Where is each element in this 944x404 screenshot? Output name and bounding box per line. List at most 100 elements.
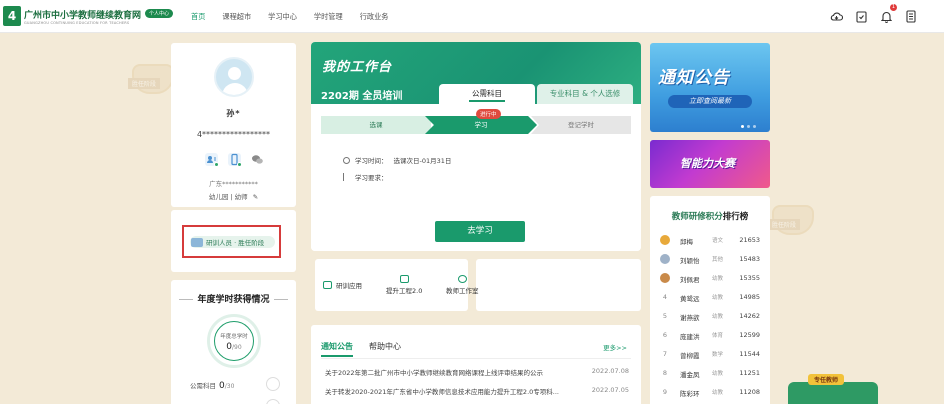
nav-item-hours-management[interactable]: 学时管理 [314,0,343,33]
rank-name: 黄鸳远 [680,295,700,303]
ranking-row[interactable]: 9 陈彩环 幼教 11208 [660,388,760,402]
medal-icon [660,254,670,264]
rank-score: 15483 [739,255,760,263]
personal-center-badge[interactable]: 个人中心 [145,8,174,18]
rank-subject: 幼教 [712,371,724,377]
rank-number: 6 [662,331,668,339]
edit-icon[interactable]: ✎ [253,193,258,201]
user-group-icon [457,275,467,283]
step-select-course[interactable]: 选课 [321,116,431,134]
rank-name: 邱梅 [680,238,693,246]
person-card-icon[interactable] [205,153,219,167]
logo-subtitle: GUANGZHOU CONTINUING EDUCATION FOR TEACH… [24,20,130,25]
notice-banner[interactable]: 通知公告 立即查阅最新 [650,43,770,132]
logo-title: 广州市中小学教师继续教育网 [24,10,142,21]
carousel-dots [738,125,756,128]
stage-pill[interactable]: 研训人员 · 胜任阶段 [190,236,275,248]
go-study-button[interactable]: 去学习 [435,221,525,242]
notification-count-badge: 1 [890,4,897,11]
annual-hours-card: 年度学时获得情况 年度总学时 0/90 公需科目 0/30 [171,280,296,404]
background-badge-right: 胜任阶段 [768,205,822,243]
rank-score: 15355 [739,274,760,282]
rank-subject: 幼教 [712,390,724,396]
rank-score: 11208 [739,388,760,396]
document-list-icon[interactable] [904,9,918,23]
ranking-card: 教师研修积分排行榜 邱梅 语文 21653 刘颖怡 其他 15483 刘佩君 幼教 15355 4… [650,196,770,404]
more-link[interactable]: 更多>> [603,342,627,352]
mascot-badge[interactable]: 专任教师 [783,368,883,404]
training-period: 2202期 全员培训 [321,91,403,102]
rank-score: 12599 [739,331,760,339]
rank-number: 8 [662,369,668,377]
tab-notices[interactable]: 通知公告 [321,341,353,357]
rank-number: 4 [662,293,668,301]
site-logo[interactable]: 4 广州市中小学教师继续教育网 GUANGZHOU CONTINUING EDU… [3,6,174,26]
rank-name: 陈彩环 [680,390,700,398]
rank-subject: 语文 [712,238,724,244]
rank-subject: 其他 [712,257,724,263]
cloud-icon[interactable] [829,9,843,23]
step-register-hours[interactable]: 登记学时 [531,116,631,134]
wechat-icon[interactable] [251,153,264,166]
nav-item-admin-affairs[interactable]: 行政业务 [360,0,389,33]
workbench-title: 我的工作台 [322,60,393,75]
rank-name: 谢燕欲 [680,314,700,322]
ranking-row[interactable]: 邱梅 语文 21653 [660,235,760,250]
stage-card: 研训人员 · 胜任阶段 [171,210,296,272]
study-time-row: 学习时间： 选课次日-01月31日 [343,155,451,165]
annual-hours-title: 年度学时获得情况 [171,292,296,305]
public-hours-progress [266,377,280,391]
rank-score: 11544 [739,350,760,358]
app-teacher-studio[interactable]: 教师工作室 [446,275,479,295]
ranking-row[interactable]: 8 潘金凤 幼教 11251 [660,369,760,383]
study-requirement-row: 学习要求： [343,172,388,182]
nav-item-home[interactable]: 首页 [191,0,205,33]
rank-subject: 体育 [712,333,724,339]
total-hours-label: 年度总学时 [220,334,248,340]
rank-score: 14262 [739,312,760,320]
profile-id-number: 4***************** [196,130,271,139]
ranking-row[interactable]: 刘颖怡 其他 15483 [660,254,760,269]
workbench-card: 我的工作台 2202期 全员培训 公需科目 专业科目 & 个人选修 选课 登记学… [311,42,641,251]
ranking-row[interactable]: 5 谢燕欲 幼教 14262 [660,312,760,326]
tab-public-subjects[interactable]: 公需科目 [439,84,535,104]
total-hours-max: /90 [232,344,242,351]
tab-professional-subjects[interactable]: 专业科目 & 个人选修 [537,84,633,104]
ranking-row[interactable]: 4 黄鸳远 幼教 14985 [660,293,760,307]
medal-icon [660,273,670,283]
rank-name: 刘佩君 [680,276,700,284]
rank-subject: 幼教 [712,314,724,320]
network-icon [323,281,332,289]
rank-name: 刘颖怡 [680,257,700,265]
app-research-applications[interactable]: 研训应用 [323,280,362,290]
bell-icon[interactable]: 1 [879,4,897,23]
clock-icon [343,156,350,164]
profile-school: 广东*********** [209,180,258,188]
notices-card: 通知公告 帮助中心 更多>> 关于2022年第二批广州市中小学教师继续教育网络课… [311,325,641,404]
ranking-row[interactable]: 7 曾柳霞 数学 11544 [660,350,760,364]
rank-number: 9 [662,388,668,396]
rank-number: 5 [662,312,668,320]
apps-card-right: 提升工程2.0 教师工作室 [386,259,641,311]
phone-icon[interactable] [228,153,242,167]
rank-subject: 幼教 [712,295,724,301]
rank-subject: 数学 [712,352,724,358]
contest-banner[interactable]: 智能力大赛 [650,140,770,188]
profile-name: 孙* [226,109,241,118]
nav-item-learning-center[interactable]: 学习中心 [268,0,297,33]
flag-icon [343,173,350,181]
ranking-row[interactable]: 6 庞建洪 体育 12599 [660,331,760,345]
rank-name: 潘金凤 [680,371,700,379]
ranking-row[interactable]: 刘佩君 幼教 15355 [660,273,760,288]
tab-help-center[interactable]: 帮助中心 [369,341,401,352]
profile-quick-icons [205,153,274,167]
logo-mark-icon: 4 [3,6,21,26]
app-improvement-project[interactable]: 提升工程2.0 [386,275,422,295]
rank-score: 14985 [739,293,760,301]
rank-subject: 幼教 [712,276,724,282]
rank-number: 7 [662,350,668,358]
nav-item-course-market[interactable]: 课程超市 [222,0,251,33]
avatar[interactable] [214,57,254,97]
total-hours-ring: 年度总学时 0/90 [207,314,261,368]
clipboard-check-icon[interactable] [854,9,868,23]
